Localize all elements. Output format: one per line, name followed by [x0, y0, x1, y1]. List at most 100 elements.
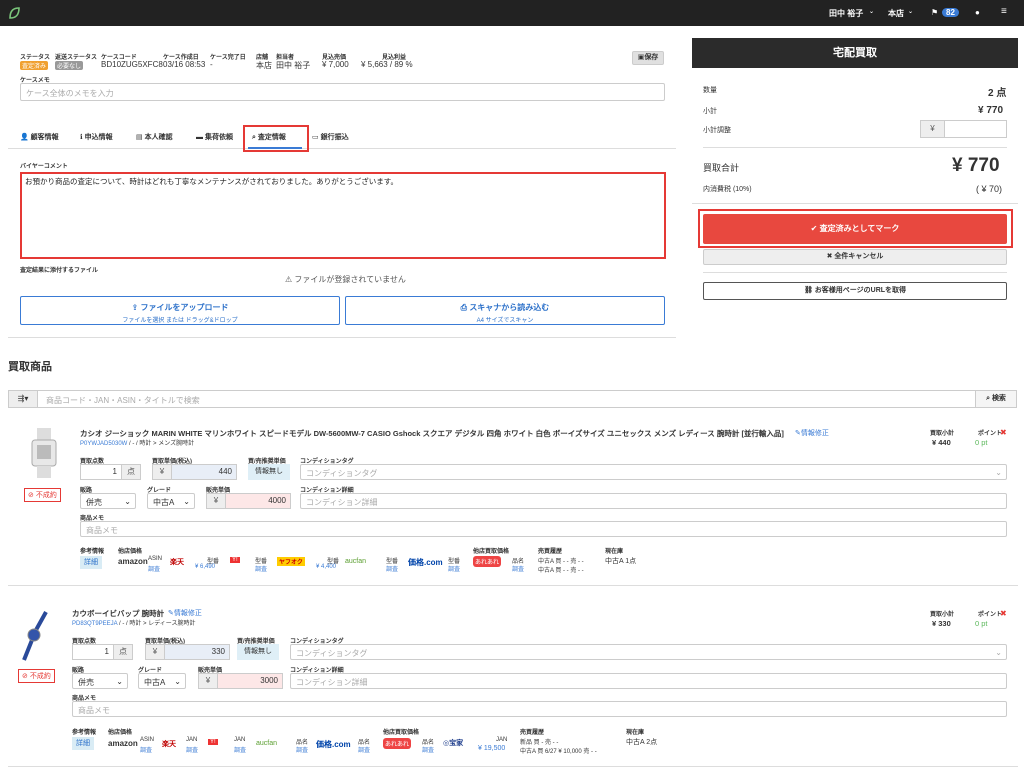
close-icon: ✖: [826, 253, 833, 260]
other-buy2-price[interactable]: ¥ 19,500: [478, 745, 505, 752]
tab-bank-transfer[interactable]: ▭ 銀行振込: [312, 132, 349, 142]
subtotal-value: ¥ 440: [932, 438, 951, 447]
warning-icon: ⚠: [285, 275, 293, 284]
rakuten-key: JAN: [186, 737, 198, 743]
yahoo-survey-link[interactable]: 調査: [234, 745, 246, 754]
adjust-input[interactable]: [944, 120, 1007, 138]
stock-label: 現在庫: [626, 730, 645, 736]
tab-identity-check[interactable]: ▤ 本人確認: [136, 132, 173, 142]
tab-application-info[interactable]: ℹ 申込情報: [80, 132, 113, 142]
amazon-key: ASIN: [140, 737, 155, 743]
qty-value: 2 点: [988, 88, 1007, 99]
amazon-survey-link[interactable]: 調査: [148, 564, 160, 573]
yahoo-survey-link[interactable]: 調査: [255, 564, 267, 573]
channel-select[interactable]: 併売 ⌄: [80, 493, 136, 509]
amazon-key: ASIN: [148, 556, 163, 562]
stock-label: 現在庫: [605, 549, 624, 555]
status-badge: 査定済み: [20, 61, 49, 70]
created-date: 03/16 08:53: [163, 60, 206, 69]
cancel-all-button[interactable]: ✖ 全件キャンセル: [703, 249, 1007, 265]
ban-icon: ⊘: [28, 492, 34, 499]
unit-price-input[interactable]: 440: [171, 464, 237, 480]
upload-file-button[interactable]: ⇪ ファイルをアップロード ファイルを選択 または ドラッグ&ドロップ: [20, 296, 340, 325]
case-memo-input[interactable]: ケース全体のメモを入力: [20, 83, 665, 101]
cond-tag-select[interactable]: コンディションタグ ⌄: [300, 464, 1007, 480]
summary-divider-3: [703, 272, 1007, 273]
item-divider: [8, 585, 1018, 586]
other-price-label: 他店価格: [118, 549, 143, 555]
grade-select[interactable]: 中古A ⌄: [138, 673, 186, 689]
points-value: 0 pt: [975, 438, 988, 447]
tab-customer-info[interactable]: 👤 顧客情報: [20, 132, 59, 142]
sale-price-input[interactable]: 3000: [217, 673, 283, 689]
products-title: 買取商品: [8, 361, 52, 373]
yahoo-logo: Y!: [208, 739, 218, 745]
detail-button[interactable]: 詳細: [72, 737, 94, 750]
search-button[interactable]: ⌕ 検索: [975, 390, 1017, 408]
aucfan-survey-link[interactable]: 調査: [296, 745, 308, 754]
kakaku-logo: 価格.com: [316, 740, 351, 749]
yahooauc-price[interactable]: ¥ 4,400: [316, 564, 336, 570]
edit-info-link[interactable]: ✎情報修正: [795, 428, 829, 438]
summary-divider: [703, 147, 1007, 148]
channel-select[interactable]: 併売 ⌄: [72, 673, 128, 689]
sale-price-input[interactable]: 4000: [225, 493, 291, 509]
get-url-button[interactable]: ⛓ お客様用ページのURLを取得: [703, 282, 1007, 300]
chat-icon[interactable]: ●: [975, 8, 980, 17]
history-row: 新品 買 - 売 - -: [520, 740, 559, 746]
kakaku-survey-link[interactable]: 調査: [448, 564, 460, 573]
return-status-badge: 必要なし: [55, 61, 84, 70]
rakuten-price[interactable]: ¥ 6,490: [195, 564, 215, 570]
tax-value: ( ¥ 70): [976, 184, 1003, 194]
filter-button[interactable]: ⇶▾: [8, 390, 38, 408]
history-row: 中古A 買 - - 売 - -: [538, 568, 584, 574]
scan-button[interactable]: ⎙ スキャナから読み込む A4 サイズでスキャン: [345, 296, 665, 325]
other-buy-label: 他店買取価格: [473, 549, 510, 555]
menu-icon[interactable]: ≡: [1001, 6, 1007, 17]
product-memo-input[interactable]: 商品メモ: [80, 521, 1007, 537]
qty-input[interactable]: 1: [80, 464, 122, 480]
product-memo-input[interactable]: 商品メモ: [72, 701, 1007, 717]
cond-detail-input[interactable]: コンディション詳細: [300, 493, 1007, 509]
other-buy-survey-link[interactable]: 調査: [512, 564, 524, 573]
aucfan-survey-link[interactable]: 調査: [386, 564, 398, 573]
ref-price-badge: 情報無し: [237, 644, 279, 660]
kakaku-survey-link[interactable]: 調査: [358, 745, 370, 754]
flag-icon[interactable]: ⚑: [931, 8, 938, 17]
delete-icon[interactable]: ✖: [1000, 609, 1007, 618]
ng-status[interactable]: ⊘ 不成約: [24, 488, 61, 502]
expected-sales-value: ¥ 7,000: [322, 60, 349, 69]
qty-input[interactable]: 1: [72, 644, 114, 660]
store-logo: あれあれ: [383, 738, 412, 749]
product-search-input[interactable]: 商品コード・JAN・ASIN・タイトルで検索: [37, 390, 976, 408]
unit-price-input[interactable]: 330: [164, 644, 230, 660]
cond-detail-input[interactable]: コンディション詳細: [290, 673, 1007, 689]
watch-image: [31, 428, 57, 478]
no-file-message: ⚠ ファイルが登録されていません: [285, 275, 406, 284]
edit-info-link[interactable]: ✎情報修正: [168, 608, 202, 618]
chevron-down-icon: ⌄: [124, 497, 131, 506]
id-card-icon: ▤: [136, 134, 143, 141]
watch-image: [22, 611, 48, 661]
user-menu[interactable]: 田中 裕子: [829, 8, 863, 19]
summary-header: 宅配買取: [692, 38, 1018, 68]
store-menu[interactable]: 本店: [888, 8, 904, 19]
cond-tag-select[interactable]: コンディションタグ ⌄: [290, 644, 1007, 660]
ban-icon: ⊘: [22, 673, 28, 680]
info-icon: ℹ: [80, 134, 83, 141]
delete-icon[interactable]: ✖: [1000, 428, 1007, 437]
expected-profit-value: ¥ 5,663 / 89 %: [361, 60, 413, 69]
other-buy-survey-link[interactable]: 調査: [422, 745, 434, 754]
tab-pickup-request[interactable]: ▬ 集荷依頼: [196, 132, 233, 142]
save-button[interactable]: ▣保存: [632, 51, 664, 65]
rakuten-survey-link[interactable]: 調査: [186, 745, 198, 754]
store-logo: あれあれ: [473, 556, 502, 567]
grade-select[interactable]: 中古A ⌄: [147, 493, 195, 509]
amazon-survey-link[interactable]: 調査: [140, 745, 152, 754]
yen-addon: ¥: [198, 673, 218, 689]
staff-value: 田中 裕子: [276, 61, 311, 70]
ng-status[interactable]: ⊘ 不成約: [18, 669, 55, 683]
adjust-prefix: ¥: [920, 120, 945, 138]
buyer-comment-label: バイヤーコメント: [20, 164, 68, 170]
detail-button[interactable]: 詳細: [80, 556, 102, 569]
